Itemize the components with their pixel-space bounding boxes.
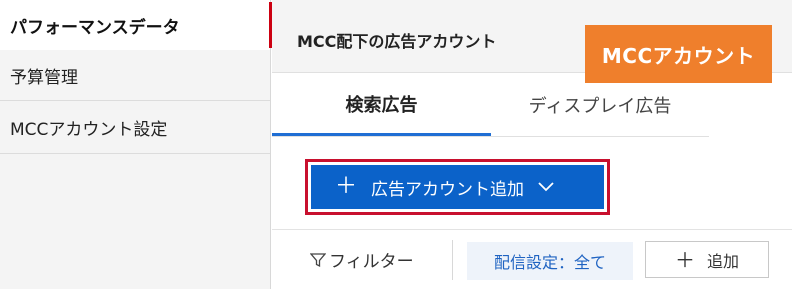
filter-bar: フィルター 配信設定：全て ＋ 追加 bbox=[272, 229, 792, 289]
filter-button[interactable]: フィルター bbox=[310, 247, 414, 272]
add-ad-account-button[interactable]: ＋ 広告アカウント追加 bbox=[311, 165, 604, 209]
plus-icon: ＋ bbox=[674, 247, 695, 272]
add-filter-label: 追加 bbox=[706, 251, 739, 271]
plus-icon: ＋ bbox=[335, 174, 358, 199]
sidebar-item-budget[interactable]: 予算管理 bbox=[0, 50, 270, 101]
sidebar-item-label: 予算管理 bbox=[10, 67, 78, 88]
sidebar-item-mcc-settings[interactable]: MCCアカウント設定 bbox=[0, 101, 270, 154]
sidebar: パフォーマンスデータ 予算管理 MCCアカウント設定 bbox=[0, 0, 274, 289]
delivery-setting-filter-chip[interactable]: 配信設定：全て bbox=[467, 242, 633, 280]
main-panel: MCC配下の広告アカウント MCCアカウント 検索広告 ディスプレイ広告 ＋ 広… bbox=[272, 0, 792, 289]
sidebar-item-label: パフォーマンスデータ bbox=[10, 17, 180, 38]
filter-icon bbox=[310, 252, 326, 267]
add-account-highlight: ＋ 広告アカウント追加 bbox=[305, 159, 610, 215]
add-filter-button[interactable]: ＋ 追加 bbox=[645, 241, 769, 278]
divider bbox=[452, 240, 453, 280]
mcc-account-badge: MCCアカウント bbox=[585, 25, 772, 83]
chevron-down-icon bbox=[538, 182, 554, 192]
add-ad-account-label: 広告アカウント追加 bbox=[371, 179, 525, 200]
sidebar-item-performance-data[interactable]: パフォーマンスデータ bbox=[0, 0, 274, 50]
sidebar-item-label: MCCアカウント設定 bbox=[10, 119, 168, 140]
tab-display-ads[interactable]: ディスプレイ広告 bbox=[491, 74, 709, 136]
ad-type-tabs: 検索広告 ディスプレイ広告 bbox=[272, 74, 709, 137]
tab-search-ads[interactable]: 検索広告 bbox=[272, 74, 491, 136]
filter-label: フィルター bbox=[329, 252, 414, 272]
page-title: MCC配下の広告アカウント bbox=[297, 32, 497, 51]
